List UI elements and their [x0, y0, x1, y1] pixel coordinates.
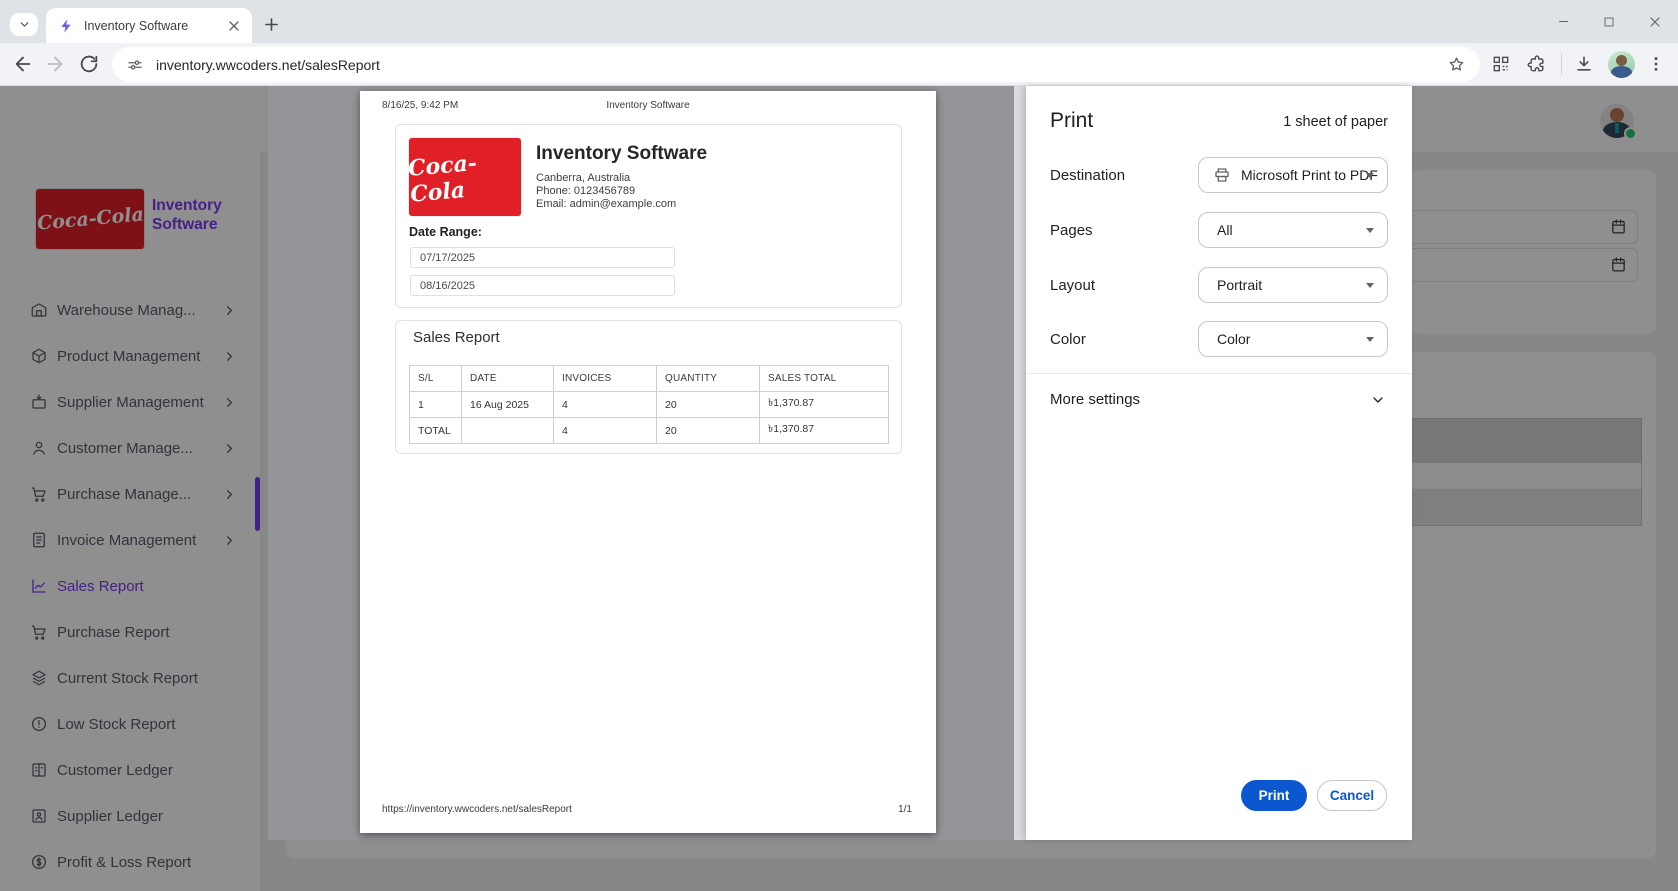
- print-header-title: Inventory Software: [360, 100, 936, 111]
- destination-select[interactable]: Microsoft Print to PDF: [1198, 157, 1388, 193]
- dropdown-caret-icon: [1366, 228, 1374, 233]
- bookmark-star-icon[interactable]: [1447, 55, 1466, 74]
- cell: 1: [410, 392, 462, 418]
- table-header-row: S/L DATE INVOICES QUANTITY SALES TOTAL: [410, 366, 889, 392]
- tab-search-chevron-icon: [18, 18, 31, 31]
- cell: ৳1,370.87: [760, 392, 889, 418]
- company-phone: Phone: 0123456789: [536, 185, 635, 197]
- extensions-puzzle-icon[interactable]: [1527, 54, 1547, 74]
- new-tab-plus-icon[interactable]: [262, 15, 281, 34]
- layout-value: Portrait: [1217, 277, 1262, 293]
- close-icon: [1648, 15, 1662, 29]
- more-settings-label: More settings: [1050, 391, 1140, 408]
- maximize-icon: [1603, 16, 1615, 28]
- toolbar-separator: [1561, 53, 1562, 75]
- print-footer-page: 1/1: [898, 804, 912, 815]
- browser-window: Inventory Software inventory.wwcoders.ne…: [0, 0, 1678, 891]
- avatar-body: [1611, 66, 1632, 78]
- cell: TOTAL: [410, 418, 462, 444]
- cell: 4: [554, 418, 657, 444]
- sales-report-card: Sales Report S/L DATE INVOICES QUANTITY …: [395, 320, 902, 454]
- company-logo: Coca-Cola: [409, 138, 521, 216]
- print-button[interactable]: Print: [1241, 780, 1307, 811]
- destination-value: Microsoft Print to PDF: [1241, 167, 1378, 183]
- col-header: INVOICES: [554, 366, 657, 392]
- minimize-icon: [1557, 15, 1570, 28]
- url-text: inventory.wwcoders.net/salesReport: [156, 57, 380, 73]
- address-bar[interactable]: inventory.wwcoders.net/salesReport: [112, 47, 1480, 82]
- menu-kebab-icon[interactable]: [1646, 54, 1666, 74]
- company-email: Email: admin@example.com: [536, 198, 676, 210]
- date-range-label: Date Range:: [409, 225, 482, 239]
- sales-report-table: S/L DATE INVOICES QUANTITY SALES TOTAL 1…: [409, 365, 889, 444]
- tab-title: Inventory Software: [84, 19, 226, 33]
- print-dialog-panel: Print 1 sheet of paper Destination Micro…: [1026, 86, 1412, 840]
- site-settings-icon[interactable]: [126, 56, 144, 74]
- tab-bar: Inventory Software: [0, 0, 1678, 43]
- col-header: QUANTITY: [657, 366, 760, 392]
- date-to-value: 08/16/2025: [410, 275, 675, 296]
- more-settings-button[interactable]: More settings: [1026, 374, 1412, 426]
- cancel-button[interactable]: Cancel: [1317, 780, 1387, 811]
- favicon-bolt-icon: [58, 18, 74, 34]
- sheet-count: 1 sheet of paper: [1283, 114, 1388, 130]
- cell: 4: [554, 392, 657, 418]
- dropdown-caret-icon: [1366, 337, 1374, 342]
- col-header: DATE: [462, 366, 554, 392]
- destination-label: Destination: [1050, 167, 1125, 184]
- color-label: Color: [1050, 331, 1086, 348]
- downloads-icon[interactable]: [1574, 54, 1594, 74]
- pages-select[interactable]: All: [1198, 212, 1388, 248]
- table-total-row: TOTAL 4 20 ৳1,370.87: [410, 418, 889, 444]
- tab-close-icon[interactable]: [226, 18, 242, 34]
- cell: 16 Aug 2025: [462, 392, 554, 418]
- company-location: Canberra, Australia: [536, 172, 630, 184]
- logo-text: Coca-Cola: [407, 146, 523, 208]
- company-name: Inventory Software: [536, 143, 707, 165]
- cell: [462, 418, 554, 444]
- forward-arrow-icon: [44, 53, 66, 75]
- layout-label: Layout: [1050, 277, 1095, 294]
- dropdown-caret-icon: [1366, 173, 1374, 178]
- color-value: Color: [1217, 331, 1250, 347]
- cell: 20: [657, 418, 760, 444]
- print-footer-url: https://inventory.wwcoders.net/salesRepo…: [382, 804, 572, 815]
- maximize-button[interactable]: [1586, 0, 1632, 43]
- profile-avatar[interactable]: [1608, 51, 1635, 78]
- printer-icon: [1213, 166, 1231, 184]
- pages-label: Pages: [1050, 222, 1093, 239]
- print-preview-page: 8/16/25, 9:42 PM Inventory Software Coca…: [360, 91, 936, 833]
- report-title: Sales Report: [413, 329, 500, 346]
- close-button[interactable]: [1632, 0, 1678, 43]
- pages-value: All: [1217, 222, 1233, 238]
- dropdown-caret-icon: [1366, 283, 1374, 288]
- tab-search-button[interactable]: [10, 13, 38, 36]
- qr-code-icon[interactable]: [1491, 54, 1511, 74]
- company-info-card: Coca-Cola Inventory Software Canberra, A…: [395, 124, 902, 308]
- minimize-button[interactable]: [1540, 0, 1586, 43]
- table-row: 1 16 Aug 2025 4 20 ৳1,370.87: [410, 392, 889, 418]
- color-select[interactable]: Color: [1198, 321, 1388, 357]
- cell: ৳1,370.87: [760, 418, 889, 444]
- avatar-head: [1616, 55, 1627, 66]
- reload-icon[interactable]: [78, 53, 100, 75]
- more-settings-chevron-icon: [1370, 392, 1386, 408]
- window-controls: [1540, 0, 1678, 43]
- back-arrow-icon[interactable]: [12, 53, 34, 75]
- cell: 20: [657, 392, 760, 418]
- layout-select[interactable]: Portrait: [1198, 267, 1388, 303]
- col-header: SALES TOTAL: [760, 366, 889, 392]
- date-from-value: 07/17/2025: [410, 247, 675, 268]
- preview-scrollbar[interactable]: [1014, 86, 1026, 840]
- print-dialog-title: Print: [1050, 109, 1093, 133]
- col-header: S/L: [410, 366, 462, 392]
- browser-tab[interactable]: Inventory Software: [46, 8, 252, 43]
